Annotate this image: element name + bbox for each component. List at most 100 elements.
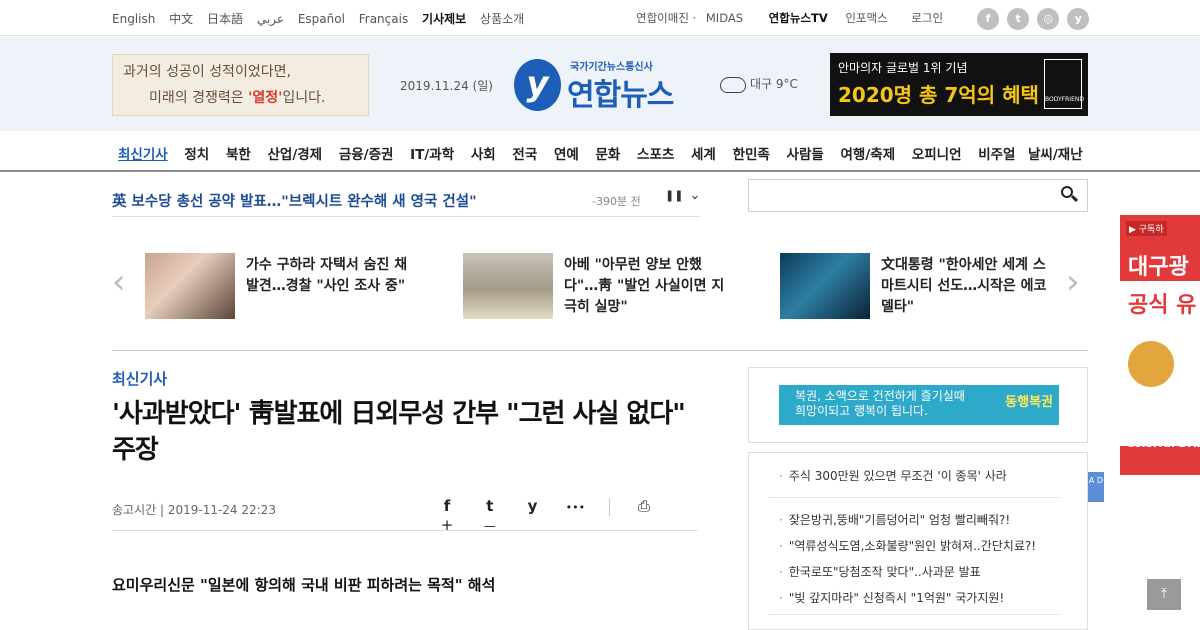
sponsored-link[interactable]: 잦은방귀,뚱배"기름덩어리" 엄청 빨리빼줘?!	[779, 511, 1010, 528]
more-icon[interactable]: •••	[556, 501, 594, 514]
zoom-out-icon[interactable]: —	[471, 519, 509, 533]
lottery-logo: 동행복권	[1005, 395, 1053, 410]
nav-item-society[interactable]: 사회	[471, 147, 496, 163]
headline-carousel: ‹ 가수 구하라 자택서 숨진 채 발견…경찰 "사인 조사 중" 아베 "아무…	[112, 217, 1088, 351]
nav-item-it-science[interactable]: IT/과학	[410, 147, 454, 163]
nav-item-entertainment[interactable]: 연예	[554, 147, 579, 163]
floating-ad-title: 대구광	[1128, 255, 1189, 280]
infomax-link[interactable]: 인포맥스	[845, 11, 887, 25]
carousel-thumbnail	[145, 253, 235, 319]
nav-item-korean-diaspora[interactable]: 한민족	[733, 147, 770, 163]
sponsored-link[interactable]: 한국로또"당첨조작 맞다"..사과문 발표	[779, 563, 981, 580]
article-meta: 송고시간 | 2019-11-24 22:23 f t y ••• ⎙ + —	[112, 495, 698, 534]
chevron-down-icon[interactable]: ⌄	[689, 188, 700, 203]
carousel-title: 아베 "아무런 양보 안했다"…靑 "발언 사실이면 지극히 실망"	[564, 257, 725, 315]
cloud-icon	[720, 76, 746, 93]
nav-item-weather[interactable]: 날씨/재난	[1028, 143, 1083, 163]
carousel-thumbnail	[463, 253, 553, 319]
lottery-ad-banner[interactable]: 복권, 소액으로 건전하게 즐기실때 희망이되고 행복이 됩니다. 동행복권	[779, 385, 1059, 425]
twitter-icon[interactable]: t	[471, 497, 509, 515]
floating-ad-brand: Colorful DAE	[1126, 437, 1200, 450]
article-section[interactable]: 최신기사	[112, 368, 167, 389]
lang-japanese[interactable]: 日本語	[207, 12, 243, 26]
article-headline: '사과받았다' 靑발표에 日외무성 간부 "그런 사실 없다" 주장	[112, 399, 686, 465]
carousel-prev-icon[interactable]: ‹	[112, 265, 126, 299]
site-logo[interactable]: y 국가기간뉴스통신사 연합뉴스	[514, 56, 689, 113]
lang-english[interactable]: English	[112, 12, 155, 26]
floating-ad-panel: 공식 유	[1120, 281, 1200, 446]
nav-item-travel[interactable]: 여행/축제	[841, 147, 896, 163]
facebook-icon[interactable]: f	[428, 497, 466, 515]
nav-item-local[interactable]: 전국	[512, 147, 537, 163]
nav-item-economy[interactable]: 산업/경제	[267, 147, 322, 163]
print-icon[interactable]: ⎙	[625, 497, 663, 515]
search-icon[interactable]	[1061, 186, 1079, 203]
news-ticker: 英 보수당 총선 공약 발표…"브렉시트 완수해 새 영국 건설" -390분 …	[112, 180, 700, 217]
nav-item-north-korea[interactable]: 북한	[226, 147, 251, 163]
top-utility-bar: English 中文 日本語 عربي Español Français 기사제…	[0, 0, 1200, 36]
list-divider	[769, 614, 1059, 615]
list-divider	[769, 497, 1059, 498]
sponsored-link[interactable]: 주식 300만원 있으면 무조건 '이 종목' 사라	[779, 467, 1007, 484]
top-service-links: 연합이매진 · MIDAS 연합뉴스TV 인포맥스 로그인	[636, 10, 957, 26]
nav-item-world[interactable]: 세계	[691, 147, 716, 163]
nav-item-sports[interactable]: 스포츠	[637, 147, 674, 163]
lang-arabic[interactable]: عربي	[257, 12, 284, 26]
nav-item-opinion[interactable]: 오피니언	[912, 147, 962, 163]
lang-spanish[interactable]: Español	[298, 12, 345, 26]
pause-icon[interactable]: ❚❚	[665, 189, 683, 202]
banner-ad-left[interactable]: 과거의 성공이 성적이었다면, 미래의 경쟁력은 '열정'입니다.	[112, 54, 369, 116]
products-link[interactable]: 상품소개	[480, 12, 524, 26]
banner-left-line1: 과거의 성공이 성적이었다면,	[123, 64, 291, 80]
yna-icon[interactable]: y	[1067, 8, 1090, 30]
header-date: 2019.11.24 (일)	[400, 79, 493, 93]
carousel-next-icon[interactable]: ›	[1066, 265, 1080, 299]
yonhap-tv-link[interactable]: 연합뉴스TV	[769, 11, 828, 25]
floating-ad-subtitle: 공식 유	[1128, 293, 1197, 318]
share-tools: f t y ••• ⎙ + —	[428, 497, 698, 534]
nav-item-latest[interactable]: 최신기사	[118, 147, 168, 163]
nav-items: 최신기사 정치 북한 산업/경제 금융/증권 IT/과학 사회 전국 연예 문화…	[118, 143, 1027, 163]
weather-text: 대구 9°C	[750, 77, 798, 91]
facebook-icon[interactable]: f	[977, 8, 999, 30]
lang-chinese[interactable]: 中文	[169, 12, 193, 26]
ticker-controls: ❚❚ ⌄	[665, 188, 700, 203]
nav-item-culture[interactable]: 문화	[596, 147, 621, 163]
ticker-headline[interactable]: 英 보수당 총선 공약 발표…"브렉시트 완수해 새 영국 건설"	[112, 190, 477, 211]
ad-label: A D	[1088, 472, 1104, 502]
floating-ad[interactable]: ▶ 구독하 대구광 공식 유 Colorful DAE	[1120, 215, 1200, 475]
zoom-in-icon[interactable]: +	[428, 516, 466, 534]
weather-widget[interactable]: 대구 9°C	[720, 75, 798, 93]
carousel-thumbnail	[780, 253, 870, 319]
midas-link[interactable]: MIDAS	[706, 11, 743, 25]
nav-item-visual[interactable]: 비주얼	[978, 147, 1015, 163]
language-links: English 中文 日本語 عربي Español Français 기사제…	[112, 10, 534, 27]
banner-ad-right[interactable]: 안마의자 글로벌 1위 기념 2020명 총 7억의 혜택 BODYFRIEND	[830, 53, 1088, 116]
login-link[interactable]: 로그인	[911, 11, 943, 25]
imagine-link[interactable]: 연합이매진 ·	[636, 11, 696, 25]
twitter-icon[interactable]: t	[1007, 8, 1030, 30]
carousel-title: 文대통령 "한아세안 세계 스마트시티 선도…시작은 에코델타"	[881, 257, 1047, 315]
lang-french[interactable]: Français	[359, 12, 408, 26]
social-links: f t ◎ y	[977, 7, 1092, 30]
sponsored-links: 주식 300만원 있으면 무조건 '이 종목' 사라 잦은방귀,뚱배"기름덩어리…	[748, 452, 1088, 630]
article-time: 송고시간 | 2019-11-24 22:23	[112, 503, 276, 517]
nav-item-people[interactable]: 사람들	[787, 147, 824, 163]
sponsored-link[interactable]: "빚 갚지마라" 신청즉시 "1억원" 국가지원!	[779, 589, 1004, 606]
report-news-link[interactable]: 기사제보	[422, 12, 466, 26]
logo-title: 연합뉴스	[567, 78, 674, 113]
ticker-time: -390분 전	[592, 195, 641, 208]
banner-left-line2: 미래의 경쟁력은 '열정'입니다.	[149, 90, 326, 106]
yna-icon[interactable]: y	[514, 497, 552, 515]
sponsored-link[interactable]: "역류성식도염,소화불량"원인 밝혀져..간단치료?!	[779, 537, 1036, 554]
nav-item-politics[interactable]: 정치	[184, 147, 209, 163]
logo-mark-icon: y	[514, 59, 561, 111]
search-input[interactable]	[748, 179, 1088, 212]
article-subhead: 요미우리신문 "일본에 항의해 국내 비판 피하려는 목적" 해석	[112, 576, 496, 594]
instagram-icon[interactable]: ◎	[1037, 8, 1060, 30]
subscribe-badge: ▶ 구독하	[1126, 221, 1167, 236]
nav-item-finance[interactable]: 금융/증권	[339, 147, 394, 163]
scroll-top-button[interactable]: ⤒	[1147, 579, 1181, 610]
share-divider	[609, 497, 611, 516]
mascot-image	[1128, 341, 1174, 387]
